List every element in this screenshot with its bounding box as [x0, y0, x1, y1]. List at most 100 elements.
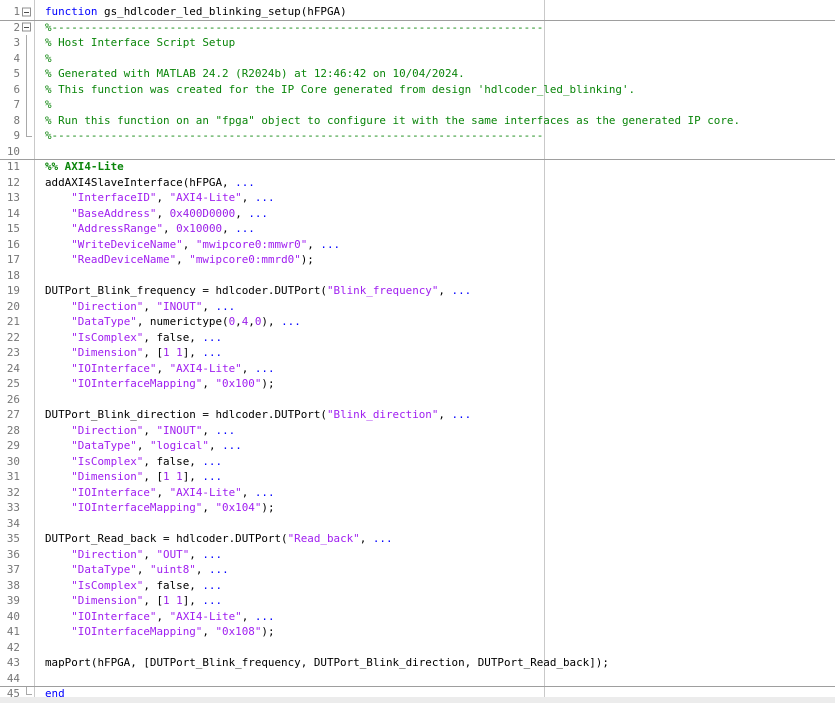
code-line[interactable]: 23 "Dimension", [1 1], ... [0, 345, 835, 361]
code-line[interactable]: 44 [0, 671, 835, 687]
line-number[interactable]: 23 [0, 345, 20, 361]
line-number[interactable]: 9 [0, 128, 20, 144]
line-number[interactable]: 22 [0, 330, 20, 346]
line-number[interactable]: 7 [0, 97, 20, 113]
line-number[interactable]: 28 [0, 423, 20, 439]
line-number[interactable]: 20 [0, 299, 20, 315]
line-number[interactable]: 13 [0, 190, 20, 206]
code-line[interactable]: 4% [0, 51, 835, 67]
line-number[interactable]: 25 [0, 376, 20, 392]
line-number[interactable]: 43 [0, 655, 20, 671]
code-line[interactable]: 32 "IOInterface", "AXI4-Lite", ... [0, 485, 835, 501]
code-line[interactable]: 9%--------------------------------------… [0, 128, 835, 144]
code-text: "Dimension", [1 1], ... [33, 469, 222, 485]
line-number[interactable]: 42 [0, 640, 20, 656]
code-text: "IOInterface", "AXI4-Lite", ... [33, 609, 275, 625]
line-number[interactable]: 29 [0, 438, 20, 454]
line-number[interactable]: 17 [0, 252, 20, 268]
code-line[interactable]: 29 "DataType", "logical", ... [0, 438, 835, 454]
code-line[interactable]: 5 % Generated with MATLAB 24.2 (R2024b) a… [0, 66, 835, 82]
code-line[interactable]: 6 % This function was created for the IP … [0, 82, 835, 98]
fold-column [20, 159, 33, 175]
line-number[interactable]: 31 [0, 469, 20, 485]
code-line[interactable]: 24 "IOInterface", "AXI4-Lite", ... [0, 361, 835, 377]
line-number[interactable]: 11 [0, 159, 20, 175]
line-number[interactable]: 5 [0, 66, 20, 82]
code-line[interactable]: 1function gs_hdlcoder_led_blinking_setup… [0, 4, 835, 20]
line-number[interactable]: 35 [0, 531, 20, 547]
code-text: "IOInterfaceMapping", "0x100"); [33, 376, 275, 392]
fold-collapse-icon[interactable] [20, 20, 33, 36]
code-line[interactable]: 15 "AddressRange", 0x10000, ... [0, 221, 835, 237]
line-number[interactable]: 8 [0, 113, 20, 129]
code-line[interactable]: 20 "Direction", "INOUT", ... [0, 299, 835, 315]
code-line[interactable]: 3% Host Interface Script Setup [0, 35, 835, 51]
code-line[interactable]: 19DUTPort_Blink_frequency = hdlcoder.DUT… [0, 283, 835, 299]
code-line[interactable]: 26 [0, 392, 835, 408]
code-line[interactable]: 17 "ReadDeviceName", "mwipcore0:mmrd0"); [0, 252, 835, 268]
fold-column [20, 640, 33, 656]
fold-collapse-icon[interactable] [20, 4, 33, 20]
code-line[interactable]: 14 "BaseAddress", 0x400D0000, ... [0, 206, 835, 222]
code-editor[interactable]: 1function gs_hdlcoder_led_blinking_setup… [0, 0, 835, 703]
line-number[interactable]: 14 [0, 206, 20, 222]
code-line[interactable]: 28 "Direction", "INOUT", ... [0, 423, 835, 439]
code-line[interactable]: 27DUTPort_Blink_direction = hdlcoder.DUT… [0, 407, 835, 423]
line-number[interactable]: 1 [0, 4, 20, 20]
code-line[interactable]: 33 "IOInterfaceMapping", "0x104"); [0, 500, 835, 516]
code-line[interactable]: 40 "IOInterface", "AXI4-Lite", ... [0, 609, 835, 625]
code-line[interactable]: 25 "IOInterfaceMapping", "0x100"); [0, 376, 835, 392]
line-number[interactable]: 32 [0, 485, 20, 501]
line-number[interactable]: 30 [0, 454, 20, 470]
code-line[interactable]: 10 [0, 144, 835, 160]
line-number[interactable]: 3 [0, 35, 20, 51]
line-number[interactable]: 10 [0, 144, 20, 160]
code-line[interactable]: 7% [0, 97, 835, 113]
line-number[interactable]: 36 [0, 547, 20, 563]
line-number[interactable]: 4 [0, 51, 20, 67]
line-number[interactable]: 12 [0, 175, 20, 191]
code-line[interactable]: 16 "WriteDeviceName", "mwipcore0:mmwr0",… [0, 237, 835, 253]
line-number[interactable]: 24 [0, 361, 20, 377]
line-number[interactable]: 33 [0, 500, 20, 516]
code-text: % Generated with MATLAB 24.2 (R2024b) at… [33, 66, 465, 82]
line-number[interactable]: 39 [0, 593, 20, 609]
line-number[interactable]: 15 [0, 221, 20, 237]
code-text [33, 640, 45, 656]
code-line[interactable]: 43mapPort(hFPGA, [DUTPort_Blink_frequenc… [0, 655, 835, 671]
line-number[interactable]: 40 [0, 609, 20, 625]
code-line[interactable]: 35DUTPort_Read_back = hdlcoder.DUTPort("… [0, 531, 835, 547]
line-number[interactable]: 19 [0, 283, 20, 299]
code-line[interactable]: 11%% AXI4-Lite [0, 159, 835, 175]
line-number[interactable]: 37 [0, 562, 20, 578]
code-line[interactable]: 37 "DataType", "uint8", ... [0, 562, 835, 578]
line-number[interactable]: 6 [0, 82, 20, 98]
code-line[interactable]: 30 "IsComplex", false, ... [0, 454, 835, 470]
code-line[interactable]: 38 "IsComplex", false, ... [0, 578, 835, 594]
code-line[interactable]: 31 "Dimension", [1 1], ... [0, 469, 835, 485]
line-number[interactable]: 16 [0, 237, 20, 253]
line-number[interactable]: 21 [0, 314, 20, 330]
code-line[interactable]: 34 [0, 516, 835, 532]
line-number[interactable]: 34 [0, 516, 20, 532]
code-line[interactable]: 18 [0, 268, 835, 284]
code-line[interactable]: 2%--------------------------------------… [0, 20, 835, 36]
code-line[interactable]: 21 "DataType", numerictype(0,4,0), ... [0, 314, 835, 330]
code-line[interactable]: 39 "Dimension", [1 1], ... [0, 593, 835, 609]
code-line[interactable]: 41 "IOInterfaceMapping", "0x108"); [0, 624, 835, 640]
code-text: % This function was created for the IP C… [33, 82, 635, 98]
code-line[interactable]: 12addAXI4SlaveInterface(hFPGA, ... [0, 175, 835, 191]
line-number[interactable]: 41 [0, 624, 20, 640]
fold-column [20, 655, 33, 671]
line-number[interactable]: 26 [0, 392, 20, 408]
line-number[interactable]: 18 [0, 268, 20, 284]
code-line[interactable]: 13 "InterfaceID", "AXI4-Lite", ... [0, 190, 835, 206]
line-number[interactable]: 38 [0, 578, 20, 594]
code-line[interactable]: 22 "IsComplex", false, ... [0, 330, 835, 346]
line-number[interactable]: 27 [0, 407, 20, 423]
code-line[interactable]: 36 "Direction", "OUT", ... [0, 547, 835, 563]
code-line[interactable]: 42 [0, 640, 835, 656]
code-line[interactable]: 8% Run this function on an "fpga" object… [0, 113, 835, 129]
line-number[interactable]: 44 [0, 671, 20, 687]
line-number[interactable]: 2 [0, 20, 20, 36]
